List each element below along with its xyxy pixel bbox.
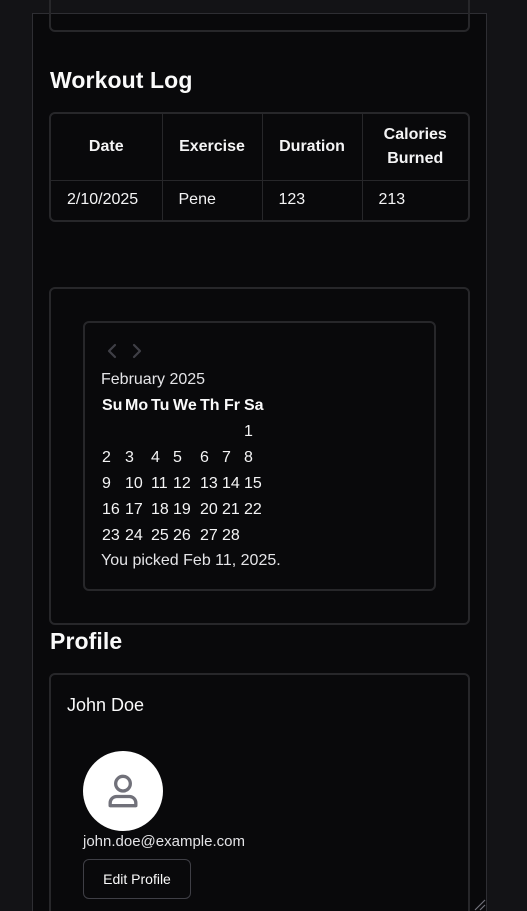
calendar-day-24[interactable]: 24 — [125, 527, 143, 545]
calendar-day-9[interactable]: 9 — [102, 475, 111, 493]
profile-name: John Doe — [67, 695, 145, 715]
weekday-mo: Mo — [125, 397, 149, 414]
weekday-fr: Fr — [224, 397, 240, 414]
picked-date-text: You picked Feb 11, 2025. — [101, 552, 281, 569]
user-icon — [108, 774, 138, 808]
weekday-we: We — [173, 397, 197, 414]
next-month-button[interactable] — [130, 341, 146, 361]
col-header-date: Date — [51, 114, 163, 180]
weekday-su: Su — [102, 397, 123, 414]
cell-date: 2/10/2025 — [51, 180, 163, 220]
calendar-day-20[interactable]: 20 — [200, 501, 218, 519]
col-header-duration: Duration — [262, 114, 363, 180]
calendar-day-22[interactable]: 22 — [244, 501, 262, 519]
weekday-tu: Tu — [151, 397, 170, 414]
calendar-day-23[interactable]: 23 — [102, 527, 120, 545]
calendar-day-4[interactable]: 4 — [151, 449, 160, 467]
table-row: 2/10/2025 Pene 123 213 — [51, 180, 468, 220]
calendar-day-19[interactable]: 19 — [173, 501, 191, 519]
calendar-day-27[interactable]: 27 — [200, 527, 218, 545]
cell-exercise: Pene — [162, 180, 263, 220]
chevron-right-icon — [132, 343, 142, 359]
calendar-day-8[interactable]: 8 — [244, 449, 253, 467]
calendar-day-13[interactable]: 13 — [200, 475, 218, 493]
calendar-day-3[interactable]: 3 — [125, 449, 134, 467]
profile-title: Profile — [50, 628, 123, 654]
calendar-day-7[interactable]: 7 — [222, 449, 231, 467]
table-header-row: Date Exercise Duration Calories Burned — [51, 114, 468, 180]
previous-card — [49, 0, 470, 32]
calendar-day-15[interactable]: 15 — [244, 475, 262, 493]
calendar-day-5[interactable]: 5 — [173, 449, 182, 467]
calendar-day-2[interactable]: 2 — [102, 449, 111, 467]
calendar-day-11[interactable]: 11 — [151, 475, 168, 493]
calendar-day-18[interactable]: 18 — [151, 501, 169, 519]
prev-month-button[interactable] — [105, 341, 121, 361]
weekday-sa: Sa — [244, 397, 264, 414]
col-header-exercise: Exercise — [162, 114, 263, 180]
col-header-calories: Calories Burned — [383, 125, 447, 167]
calendar-day-25[interactable]: 25 — [151, 527, 169, 545]
calendar-day-28[interactable]: 28 — [222, 527, 240, 545]
workout-table: Date Exercise Duration Calories Burned 2… — [49, 112, 470, 222]
calendar-day-21[interactable]: 21 — [222, 501, 240, 519]
calendar-day-6[interactable]: 6 — [200, 449, 209, 467]
cell-calories: 213 — [378, 191, 406, 209]
calendar-day-10[interactable]: 10 — [125, 475, 143, 493]
edit-profile-button[interactable]: Edit Profile — [83, 859, 191, 899]
calendar-day-17[interactable]: 17 — [125, 501, 143, 519]
calendar-day-16[interactable]: 16 — [102, 501, 120, 519]
month-label: February 2025 — [101, 371, 206, 388]
calendar-day-26[interactable]: 26 — [173, 527, 191, 545]
resize-handle-icon[interactable] — [472, 897, 486, 911]
avatar — [83, 751, 163, 831]
date-picker — [83, 321, 436, 591]
calendar-day-14[interactable]: 14 — [222, 475, 240, 493]
chevron-left-icon — [107, 343, 117, 359]
profile-email: john.doe@example.com — [83, 833, 245, 850]
cell-duration: 123 — [262, 180, 363, 220]
workout-log-title: Workout Log — [50, 67, 193, 93]
calendar-day-1[interactable]: 1 — [244, 423, 253, 441]
calendar-day-12[interactable]: 12 — [173, 475, 191, 493]
weekday-th: Th — [200, 397, 220, 414]
